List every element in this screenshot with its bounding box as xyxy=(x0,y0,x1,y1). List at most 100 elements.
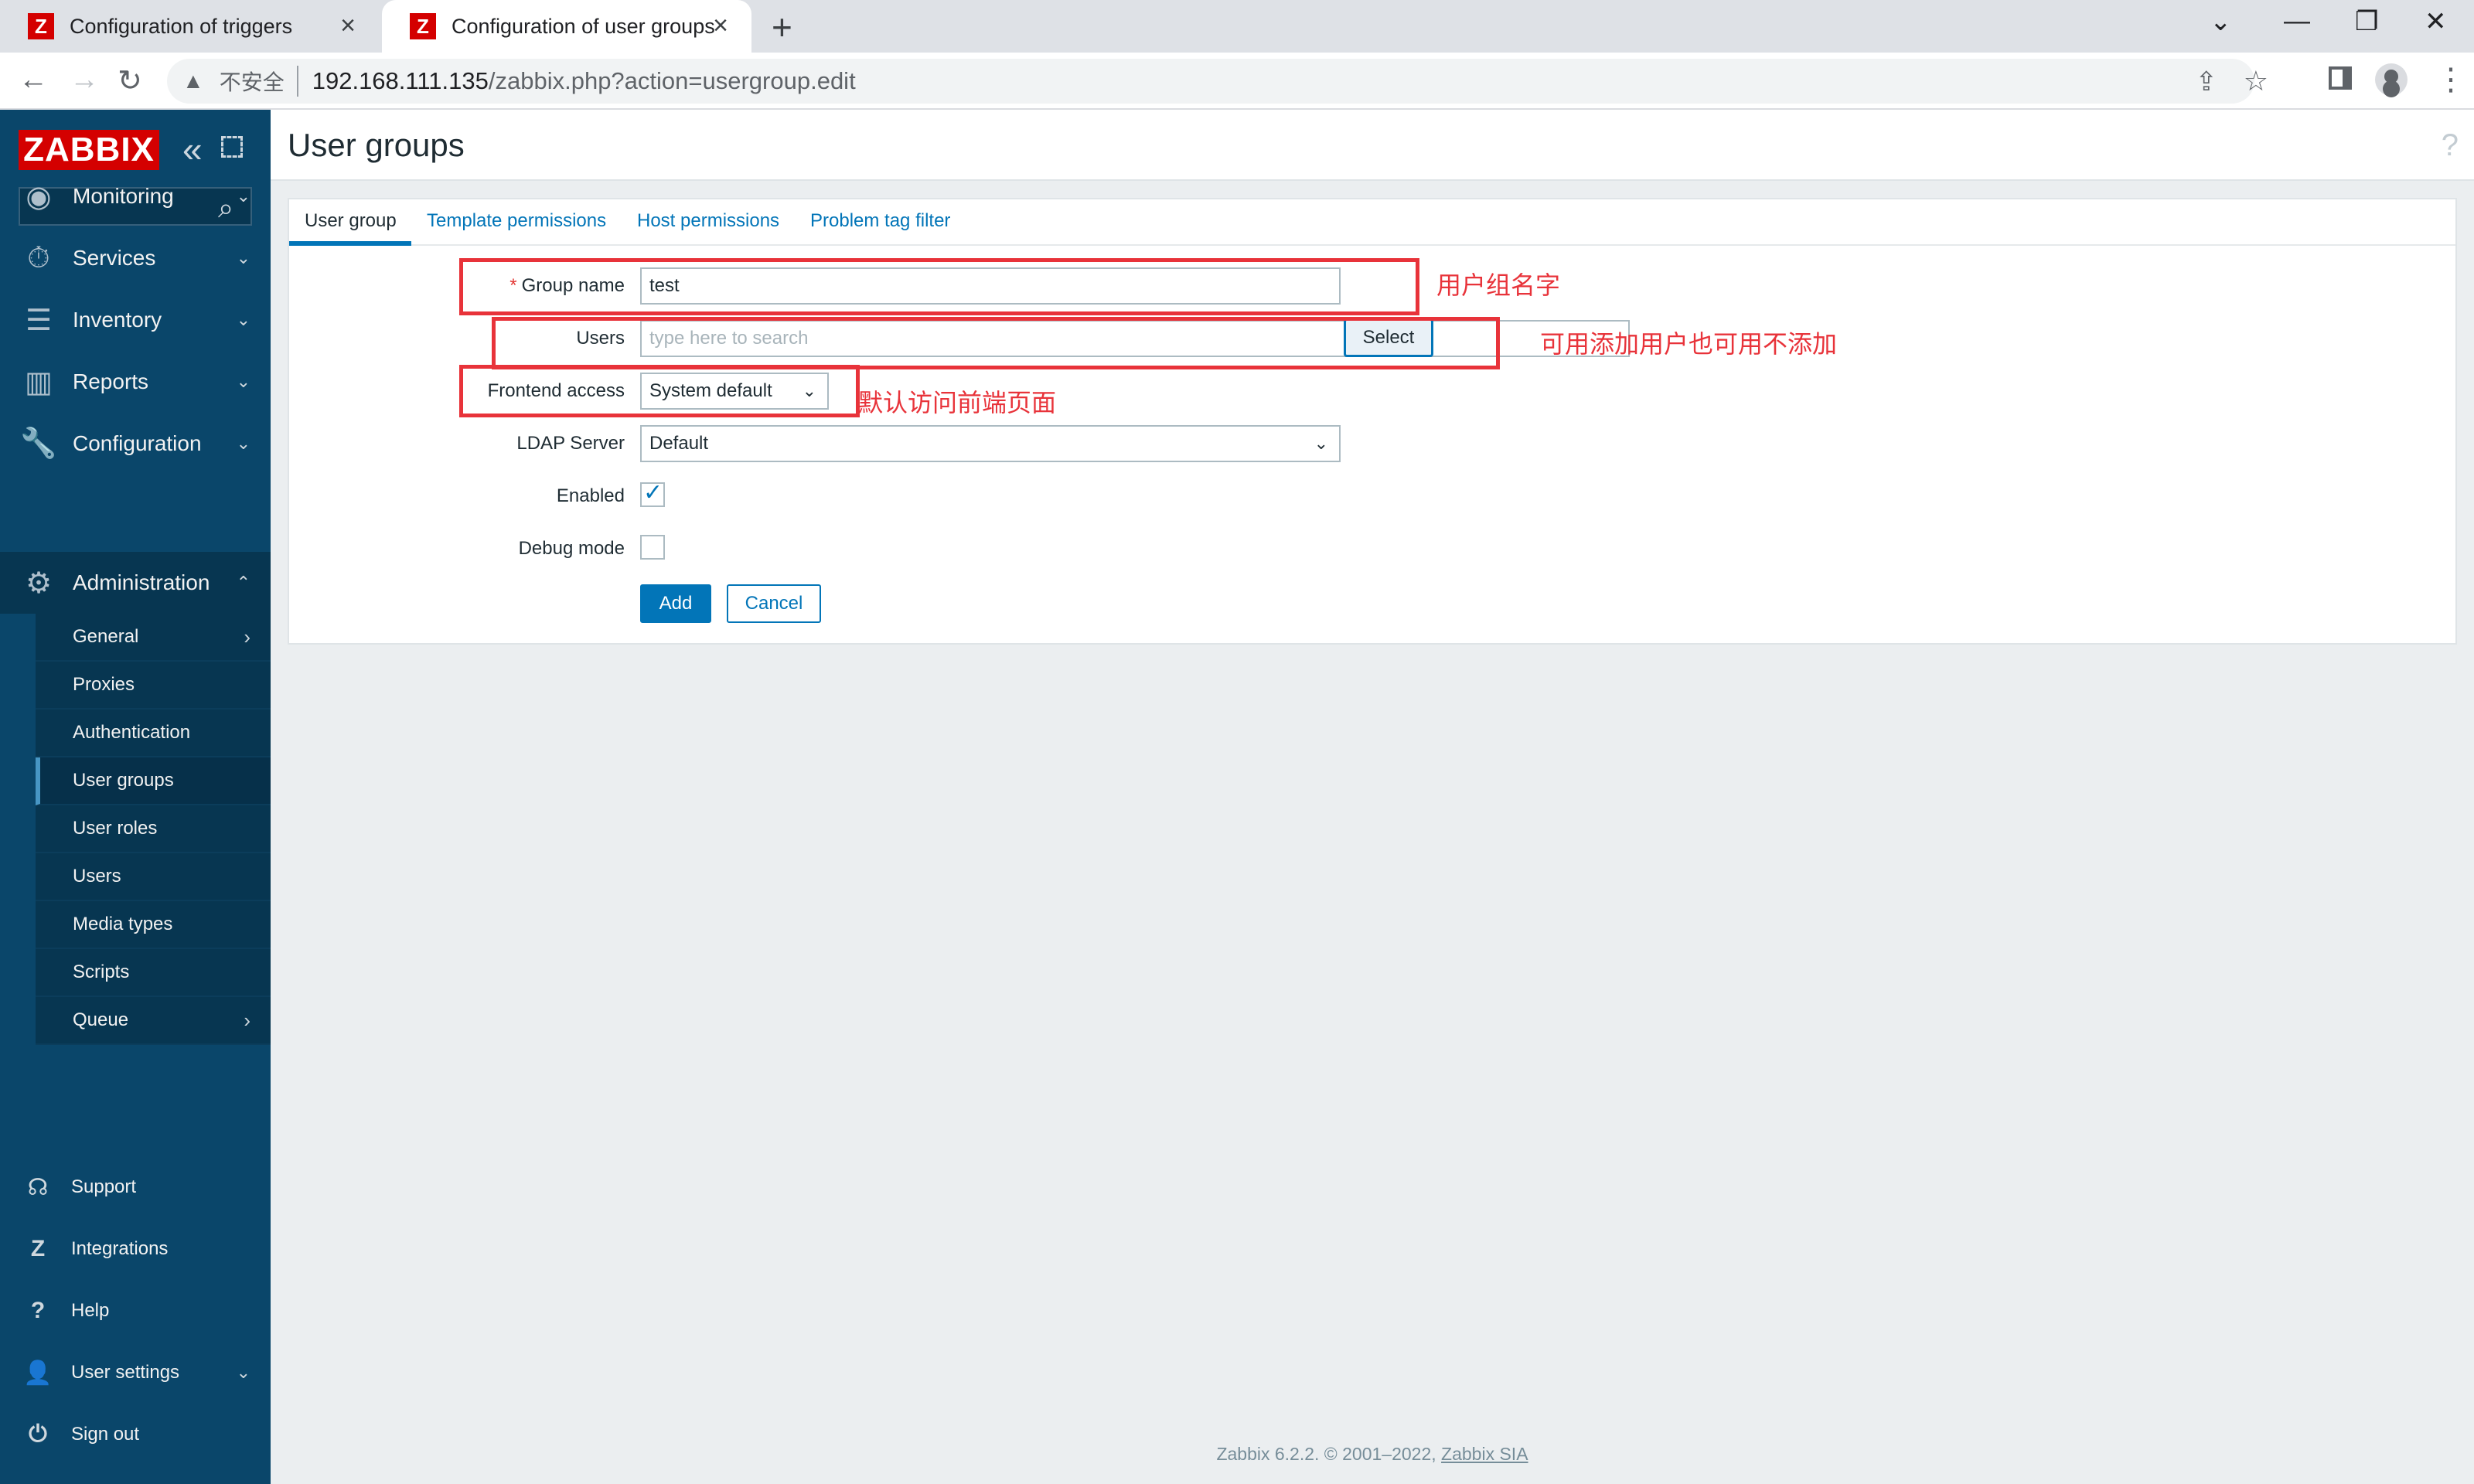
submenu-authentication[interactable]: Authentication xyxy=(36,710,271,757)
chevron-right-icon: › xyxy=(244,1008,250,1032)
menu-label: Help xyxy=(71,1300,110,1321)
chevron-up-icon: ⌃ xyxy=(236,573,250,592)
collapse-sidebar-icon[interactable]: « xyxy=(182,128,203,170)
browser-tab-title: Configuration of triggers xyxy=(70,14,293,38)
chevron-right-icon: › xyxy=(244,625,250,648)
menu-label: Services xyxy=(73,246,156,270)
chevron-down-icon: ⌄ xyxy=(236,1363,250,1382)
tab-template-permissions[interactable]: Template permissions xyxy=(427,210,606,232)
close-tab-icon[interactable]: × xyxy=(713,11,728,41)
chevron-down-icon: ⌄ xyxy=(1314,434,1328,453)
zabbix-favicon-icon: Z xyxy=(410,13,436,39)
menu-label: Configuration xyxy=(73,431,202,455)
close-tab-icon[interactable]: × xyxy=(340,11,356,41)
chevron-down-icon: ⌄ xyxy=(236,372,250,391)
menu-services[interactable]: ⏱ Services ⌄ xyxy=(0,227,271,289)
submenu-label: Users xyxy=(73,866,121,887)
menu-reports[interactable]: ▥ Reports ⌄ xyxy=(0,351,271,413)
footer-copyright: Zabbix 6.2.2. © 2001–2022, xyxy=(1216,1444,1436,1464)
browser-menu-icon[interactable]: ⋮ xyxy=(2435,62,2466,97)
back-icon[interactable]: ← xyxy=(19,63,48,97)
window-close-icon[interactable]: ✕ xyxy=(2425,6,2447,37)
cancel-button[interactable]: Cancel xyxy=(727,584,821,623)
menu-user-settings[interactable]: 👤 User settings ⌄ xyxy=(0,1342,271,1404)
address-bar: ← → ↻ ▲ 不安全 192.168.111.135 /zabbix.php?… xyxy=(0,53,2474,110)
add-button[interactable]: Add xyxy=(640,584,711,623)
enabled-checkbox[interactable]: ✓ xyxy=(640,480,665,507)
gear-icon: ⚙ xyxy=(25,567,53,600)
question-icon: ? xyxy=(30,1298,46,1323)
menu-configuration[interactable]: 🔧 Configuration ⌄ xyxy=(0,413,271,475)
reload-icon[interactable]: ↻ xyxy=(118,63,142,98)
restore-icon[interactable]: ❐ xyxy=(2355,6,2378,37)
footer-zabbix-link[interactable]: Zabbix SIA xyxy=(1441,1444,1528,1464)
submenu-scripts[interactable]: Scripts xyxy=(36,949,271,997)
annotation-box-frontend xyxy=(459,365,860,417)
browser-tab-user-groups[interactable]: Z Configuration of user groups × xyxy=(382,0,751,53)
share-icon[interactable]: ⇪ xyxy=(2196,66,2218,97)
submenu-queue[interactable]: Queue › xyxy=(36,997,271,1045)
chevron-down-icon: ⌄ xyxy=(236,248,250,267)
submenu-proxies[interactable]: Proxies xyxy=(36,662,271,710)
help-icon[interactable]: ? xyxy=(2442,128,2459,163)
forward-icon[interactable]: → xyxy=(70,63,99,97)
list-icon: ☰ xyxy=(25,304,53,337)
submenu-label: Authentication xyxy=(73,722,191,743)
submenu-label: Scripts xyxy=(73,962,130,982)
menu-help[interactable]: ? Help xyxy=(0,1280,271,1342)
submenu-user-groups[interactable]: User groups xyxy=(36,757,271,805)
submenu-user-roles[interactable]: User roles xyxy=(36,805,271,853)
security-label[interactable]: 不安全 xyxy=(220,66,298,97)
menu-administration[interactable]: ⚙ Administration ⌃ xyxy=(0,552,271,614)
zabbix-favicon-icon: Z xyxy=(28,13,54,39)
submenu-users[interactable]: Users xyxy=(36,853,271,901)
headset-icon: ☊ xyxy=(27,1174,49,1200)
menu-label: Inventory xyxy=(73,308,162,332)
active-tab-indicator xyxy=(289,241,411,246)
submenu-label: User groups xyxy=(73,770,174,791)
new-tab-icon[interactable]: + xyxy=(772,6,792,48)
side-panel-icon[interactable] xyxy=(2329,66,2352,90)
ldap-server-select[interactable]: Default ⌄ xyxy=(640,425,1341,462)
profile-avatar-icon[interactable] xyxy=(2375,63,2408,96)
tab-search-chevron-icon[interactable]: ⌄ xyxy=(2210,6,2232,37)
submenu-media-types[interactable]: Media types xyxy=(36,901,271,949)
url-field[interactable]: ▲ 不安全 192.168.111.135 /zabbix.php?action… xyxy=(167,59,2268,104)
chevron-down-icon: ⌄ xyxy=(236,310,250,329)
user-icon: 👤 xyxy=(23,1360,53,1386)
menu-label: Reports xyxy=(73,369,149,393)
chevron-down-icon: ⌄ xyxy=(236,186,250,206)
submenu-label: General xyxy=(73,626,139,647)
bar-chart-icon: ▥ xyxy=(25,366,53,399)
tab-problem-tag-filter[interactable]: Problem tag filter xyxy=(810,210,950,232)
menu-integrations[interactable]: Z Integrations xyxy=(0,1218,271,1280)
menu-sign-out[interactable]: ⏻ Sign out xyxy=(0,1404,271,1465)
chevron-down-icon: ⌄ xyxy=(236,434,250,453)
zabbix-sidebar: ZABBIX « ⌕ ◉ Monitoring ⌄ ⏱ Services ⌄ ☰… xyxy=(0,110,271,1484)
browser-tab-title: Configuration of user groups xyxy=(452,14,715,38)
form-tabs: User group Template permissions Host per… xyxy=(289,199,2455,246)
menu-inventory[interactable]: ☰ Inventory ⌄ xyxy=(0,289,271,351)
annotation-box-users xyxy=(492,317,1500,369)
power-icon: ⏻ xyxy=(29,1421,47,1447)
submenu-general[interactable]: General › xyxy=(36,614,271,662)
wrench-icon: 🔧 xyxy=(20,427,57,460)
browser-tab-triggers[interactable]: Z Configuration of triggers × xyxy=(0,0,379,53)
tab-host-permissions[interactable]: Host permissions xyxy=(637,210,779,232)
menu-monitoring[interactable]: ◉ Monitoring ⌄ xyxy=(0,165,271,227)
warning-icon: ▲ xyxy=(182,69,204,93)
browser-tab-bar: Z Configuration of triggers × Z Configur… xyxy=(0,0,2474,53)
zabbix-logo[interactable]: ZABBIX xyxy=(19,130,159,170)
menu-support[interactable]: ☊ Support xyxy=(0,1156,271,1218)
page-footer: Zabbix 6.2.2. © 2001–2022, Zabbix SIA xyxy=(271,1444,2474,1465)
menu-label: Integrations xyxy=(71,1238,169,1259)
zabbix-z-icon: Z xyxy=(30,1236,46,1261)
enabled-label: Enabled xyxy=(556,485,625,506)
menu-label: Sign out xyxy=(71,1424,140,1445)
debug-mode-checkbox[interactable] xyxy=(640,535,665,560)
kiosk-mode-icon[interactable] xyxy=(221,136,243,158)
minimize-icon[interactable]: — xyxy=(2284,6,2310,36)
page-header: User groups ? xyxy=(271,110,2474,181)
tab-user-group[interactable]: User group xyxy=(305,210,397,232)
bookmark-star-icon[interactable]: ☆ xyxy=(2244,65,2268,97)
